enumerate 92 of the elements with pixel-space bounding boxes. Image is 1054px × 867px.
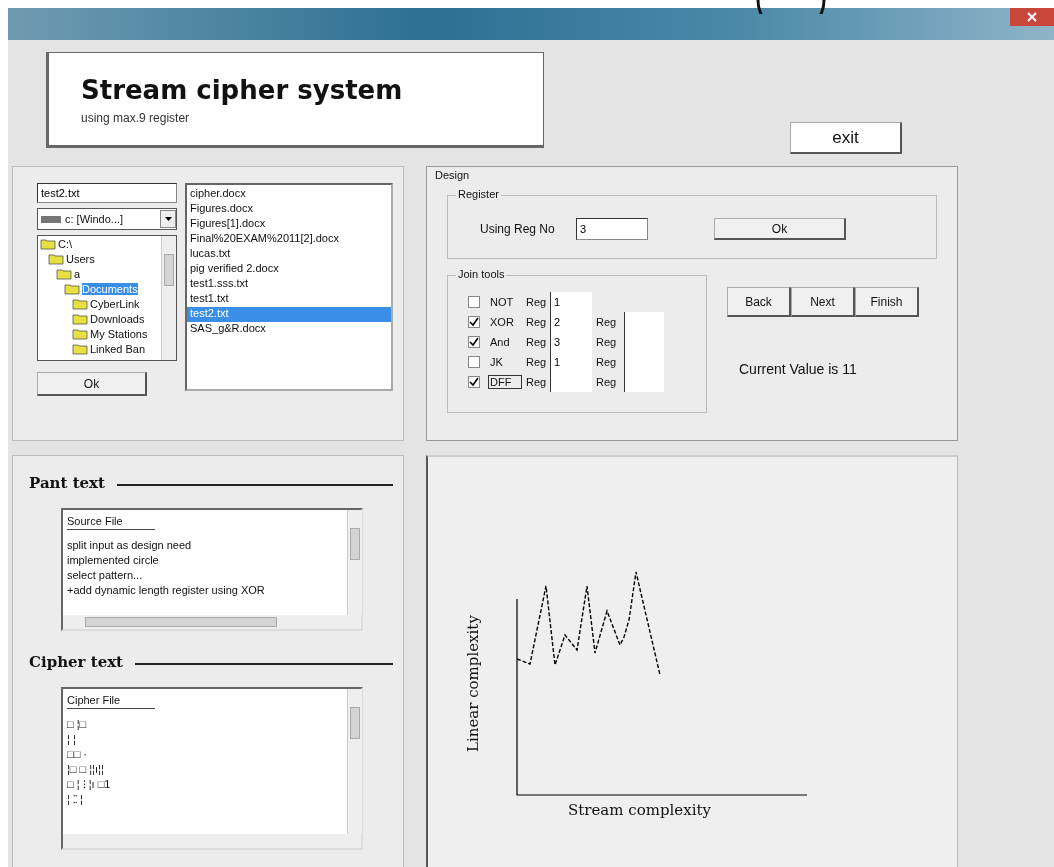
drive-icon xyxy=(40,214,62,224)
reg-label: Reg xyxy=(596,356,618,368)
reg-label: Reg xyxy=(596,316,618,328)
checkbox[interactable] xyxy=(468,376,480,388)
file-item[interactable]: test1.sss.txt xyxy=(187,277,391,292)
nav-button[interactable]: Next xyxy=(791,287,855,317)
filename-field[interactable]: test2.txt xyxy=(37,183,177,203)
text-line: ¦ ¦ xyxy=(67,731,77,747)
app-title: Stream cipher system xyxy=(81,75,404,105)
file-item[interactable]: Figures[1].docx xyxy=(187,217,391,232)
app-subtitle: using max.9 register xyxy=(81,111,191,125)
close-icon xyxy=(1027,12,1037,22)
frame-label: Design xyxy=(433,169,472,181)
reg-field[interactable] xyxy=(624,372,664,392)
folder-item[interactable]: Downloads xyxy=(38,311,161,326)
text-line: ¦ ⁚⁚ ¦ xyxy=(67,791,84,807)
folder-icon xyxy=(56,267,72,280)
checkbox[interactable] xyxy=(468,316,480,328)
cipher-text-area[interactable]: Cipher File □ ¦□ ¦ ¦ □□ · ¦□ □ ¦¦ı¦¦ □ ¦ ⁝ ¦ı □1 ¦ ⁚⁚ ¦ xyxy=(61,686,363,850)
folder-icon xyxy=(72,327,88,340)
scrollbar[interactable] xyxy=(63,834,361,848)
exit-button[interactable]: exit xyxy=(790,122,902,154)
gate-label: And xyxy=(489,335,511,349)
frame-label: Register xyxy=(456,188,501,200)
reg-field[interactable] xyxy=(550,372,592,392)
current-value-label: Current Value is 11 xyxy=(739,361,858,377)
reg-field[interactable]: 1 xyxy=(550,352,592,372)
folder-item[interactable]: Users xyxy=(38,251,161,266)
checkbox[interactable] xyxy=(468,336,480,348)
text-line: implemented circle xyxy=(67,552,160,568)
reg-label: Reg xyxy=(526,336,548,348)
plain-text-area[interactable]: Source File split input as design need implemented circle select pattern... +add dynamic length register using XOR xyxy=(61,507,363,632)
section-heading: Pant text xyxy=(29,473,105,492)
reg-label: Reg xyxy=(596,336,618,348)
ok-button[interactable]: Ok xyxy=(37,372,147,396)
drive-label: c: [Windo...] xyxy=(65,213,125,225)
folder-icon xyxy=(64,282,80,295)
checkbox[interactable] xyxy=(468,296,480,308)
reg-field[interactable] xyxy=(624,312,664,332)
scrollbar[interactable] xyxy=(347,509,362,616)
gate-label: DFF xyxy=(488,375,522,389)
folder-item[interactable]: Linked Ban xyxy=(38,341,161,356)
text-line: Cipher File xyxy=(67,692,155,709)
text-line: □ ¦ ⁝ ¦ı □1 xyxy=(67,776,112,792)
reg-label: Reg xyxy=(526,316,548,328)
folder-item[interactable]: My Stations xyxy=(38,326,161,341)
folder-icon xyxy=(72,297,88,310)
reg-label: Reg xyxy=(526,376,548,388)
file-item[interactable]: test1.txt xyxy=(187,292,391,307)
x-axis-label: Stream complexity xyxy=(568,801,712,819)
reg-no-label: Using Reg No xyxy=(480,222,556,236)
gate-label: JK xyxy=(489,355,504,369)
scrollbar[interactable] xyxy=(161,236,176,360)
reg-label: Reg xyxy=(526,356,548,368)
folder-icon xyxy=(72,312,88,325)
reg-field[interactable]: 3 xyxy=(550,332,592,352)
scrollbar[interactable] xyxy=(347,688,362,834)
checkbox[interactable] xyxy=(468,356,480,368)
folder-icon xyxy=(48,252,64,265)
close-button[interactable] xyxy=(1010,8,1054,26)
file-item[interactable]: lucas.txt xyxy=(187,247,391,262)
reg-field[interactable]: 2 xyxy=(550,312,592,332)
file-item[interactable]: SAS_g&R.docx xyxy=(187,322,391,337)
text-line: □ ¦□ xyxy=(67,716,88,732)
reg-label: Reg xyxy=(596,376,618,388)
file-item[interactable]: pig verified 2.docx xyxy=(187,262,391,277)
y-axis-label: Linear complexity xyxy=(463,614,483,755)
nav-button[interactable]: Back xyxy=(727,287,791,317)
text-line: □□ · xyxy=(67,746,88,762)
text-line: split input as design need xyxy=(67,537,193,553)
folder-icon xyxy=(72,342,88,355)
folder-item[interactable]: C:\ xyxy=(38,236,161,251)
text-line: Source File xyxy=(67,513,155,530)
text-line: +add dynamic length register using XOR xyxy=(67,582,266,598)
nav-button[interactable]: Finish xyxy=(855,287,919,317)
drive-dropdown[interactable]: c: [Windo...] xyxy=(37,208,177,230)
folder-item[interactable]: CyberLink xyxy=(38,296,161,311)
section-heading: Cipher text xyxy=(29,653,124,672)
reg-no-field[interactable]: 3 xyxy=(576,218,648,240)
ok-button[interactable]: Ok xyxy=(714,218,846,240)
file-item[interactable]: cipher.docx xyxy=(187,187,391,202)
file-item[interactable]: Figures.docx xyxy=(187,202,391,217)
frame-label: Join tools xyxy=(456,268,507,280)
scrollbar[interactable] xyxy=(63,615,361,630)
folder-item[interactable]: a xyxy=(38,266,161,281)
gate-label: XOR xyxy=(489,315,515,329)
text-line: select pattern... xyxy=(67,567,144,583)
reg-label: Reg xyxy=(526,296,548,308)
gate-label: NOT xyxy=(489,295,515,309)
reg-field[interactable]: 1 xyxy=(550,292,592,312)
text-line: ¦□ □ ¦¦ı¦¦ xyxy=(67,761,105,777)
file-item[interactable]: Final%20EXAM%2011[2].docx xyxy=(187,232,391,247)
